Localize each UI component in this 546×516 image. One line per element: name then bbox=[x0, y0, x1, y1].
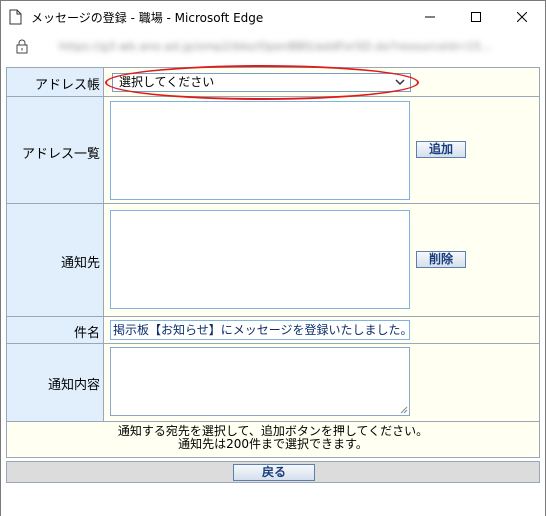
close-button[interactable] bbox=[499, 1, 545, 32]
address-list-box[interactable] bbox=[110, 101, 410, 200]
page-content: アドレス帳 選択してください アドレス一覧 追加 通知先 削除 件名 掲示板【お… bbox=[1, 62, 545, 516]
body-value-cell bbox=[104, 344, 539, 421]
maximize-button[interactable] bbox=[453, 1, 499, 32]
page-icon bbox=[9, 9, 22, 25]
note-text: 通知する宛先を選択して、追加ボタンを押してください。 通知先は200件まで選択で… bbox=[7, 422, 539, 457]
address-list-label: アドレス一覧 bbox=[21, 147, 100, 162]
subject-value-cell: 掲示板【お知らせ】にメッセージを登録いたしました。 bbox=[104, 317, 539, 343]
destination-label-cell: 通知先 bbox=[7, 204, 104, 316]
subject-label-cell: 件名 bbox=[7, 317, 104, 343]
minimize-button[interactable] bbox=[407, 1, 453, 32]
maximize-icon bbox=[471, 11, 481, 22]
subject-input[interactable]: 掲示板【お知らせ】にメッセージを登録いたしました。 bbox=[110, 320, 410, 340]
resize-grip-icon[interactable] bbox=[400, 406, 408, 414]
address-book-select[interactable]: 選択してください bbox=[112, 73, 411, 92]
url-text: https://g3.wb.ano.ad.jp/omp2/bbs/OpenBBS… bbox=[59, 40, 493, 53]
message-form: アドレス帳 選択してください アドレス一覧 追加 通知先 削除 件名 掲示板【お… bbox=[6, 67, 540, 458]
destination-row: 通知先 削除 bbox=[7, 204, 539, 317]
address-book-row: アドレス帳 選択してください bbox=[7, 68, 539, 97]
back-button[interactable]: 戻る bbox=[233, 464, 315, 481]
address-book-value-cell: 選択してください bbox=[104, 68, 539, 96]
note-row: 通知する宛先を選択して、追加ボタンを押してください。 通知先は200件まで選択で… bbox=[7, 422, 539, 457]
body-label-cell: 通知内容 bbox=[7, 344, 104, 421]
lock-icon bbox=[16, 39, 28, 54]
address-bar[interactable]: https://g3.wb.ano.ad.jp/omp2/bbs/OpenBBS… bbox=[1, 32, 545, 62]
body-label: 通知内容 bbox=[47, 378, 100, 393]
note-line-2: 通知先は200件まで選択できます。 bbox=[178, 437, 368, 451]
body-row: 通知内容 bbox=[7, 344, 539, 422]
delete-button[interactable]: 削除 bbox=[416, 251, 466, 268]
subject-label: 件名 bbox=[73, 326, 100, 341]
browser-window: メッセージの登録 - 職場 - Microsoft Edge https://g… bbox=[0, 0, 546, 516]
close-icon bbox=[517, 11, 527, 22]
chevron-down-icon bbox=[395, 79, 405, 86]
footer-bar: 戻る bbox=[6, 461, 540, 483]
destination-value-cell: 削除 bbox=[104, 204, 539, 316]
subject-row: 件名 掲示板【お知らせ】にメッセージを登録いたしました。 bbox=[7, 317, 539, 344]
title-bar: メッセージの登録 - 職場 - Microsoft Edge bbox=[1, 1, 545, 32]
address-list-label-cell: アドレス一覧 bbox=[7, 97, 104, 203]
minimize-icon bbox=[425, 16, 435, 17]
address-list-value-cell: 追加 bbox=[104, 97, 539, 203]
destination-label: 通知先 bbox=[60, 256, 100, 271]
window-title: メッセージの登録 - 職場 - Microsoft Edge bbox=[31, 11, 264, 25]
address-list-row: アドレス一覧 追加 bbox=[7, 97, 539, 204]
address-book-selected: 選択してください bbox=[119, 75, 215, 89]
address-book-label: アドレス帳 bbox=[34, 78, 100, 93]
address-book-label-cell: アドレス帳 bbox=[7, 68, 104, 96]
add-button[interactable]: 追加 bbox=[416, 141, 466, 158]
destination-list-box[interactable] bbox=[110, 210, 410, 309]
body-textarea[interactable] bbox=[110, 347, 410, 416]
